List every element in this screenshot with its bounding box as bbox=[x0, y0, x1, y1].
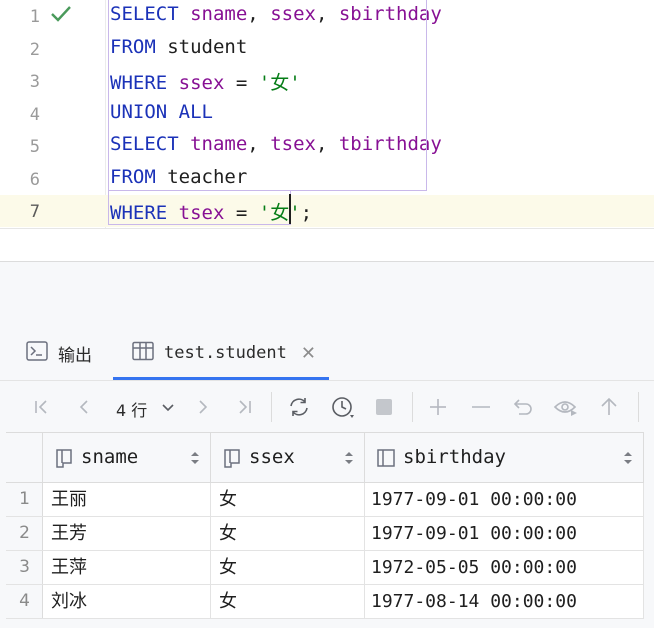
tab-output-label: 输出 bbox=[58, 345, 92, 366]
tab-test-student-label: test.student bbox=[164, 343, 287, 363]
chevron-down-icon[interactable] bbox=[155, 393, 181, 421]
table-row[interactable]: 3 王萍女 1972-05-05 00:00:00 bbox=[6, 551, 644, 585]
next-page-icon[interactable] bbox=[190, 393, 216, 421]
table-icon bbox=[132, 341, 154, 365]
first-page-icon[interactable] bbox=[29, 393, 55, 421]
cell-sname[interactable]: 王萍 bbox=[43, 551, 211, 585]
line-number[interactable]: 2 bbox=[0, 40, 40, 60]
line-number[interactable]: 5 bbox=[0, 137, 40, 157]
column-header-label: ssex bbox=[249, 446, 295, 468]
statement-highlight bbox=[108, 0, 427, 191]
editor-bottom-area bbox=[0, 228, 654, 262]
line-number[interactable]: 3 bbox=[0, 72, 40, 92]
column-icon bbox=[53, 447, 75, 473]
toolbar-separator bbox=[271, 392, 272, 422]
table-row[interactable]: 2 王芳女 1977-09-01 00:00:00 bbox=[6, 517, 644, 551]
tabbar-divider bbox=[0, 380, 654, 381]
sort-icon[interactable] bbox=[623, 450, 633, 470]
sql-editor[interactable]: 1 SELECT sname, ssex, sbirthday 2 FROM stud… bbox=[0, 0, 654, 228]
toolbar-separator bbox=[412, 392, 413, 422]
cell-ssex[interactable]: 女 bbox=[211, 517, 365, 551]
preview-changes-icon[interactable] bbox=[553, 393, 579, 421]
row-number[interactable]: 4 bbox=[6, 591, 43, 611]
cell-sname[interactable]: 王丽 bbox=[43, 483, 211, 517]
sql-text: ; bbox=[300, 202, 313, 224]
column-header-label: sbirthday bbox=[403, 446, 506, 468]
line-number[interactable]: 4 bbox=[0, 105, 40, 125]
sort-icon[interactable] bbox=[190, 450, 200, 470]
row-number[interactable]: 1 bbox=[6, 489, 43, 509]
line-number[interactable]: 6 bbox=[0, 170, 40, 190]
code-line[interactable]: 7 WHERE tsex = '女'; bbox=[0, 195, 654, 227]
console-icon bbox=[26, 341, 48, 365]
previous-page-icon[interactable] bbox=[71, 393, 97, 421]
statement-highlight-tail bbox=[108, 191, 291, 225]
cell-sname[interactable]: 王芳 bbox=[43, 517, 211, 551]
cell-sname[interactable]: 刘冰 bbox=[43, 585, 211, 619]
add-row-icon[interactable] bbox=[425, 393, 451, 421]
table-row[interactable]: 1 王丽女 1977-09-01 00:00:00 bbox=[6, 483, 644, 517]
tab-output[interactable]: 输出 bbox=[26, 328, 92, 378]
cell-ssex[interactable]: 女 bbox=[211, 551, 365, 585]
stop-icon[interactable] bbox=[371, 393, 397, 421]
cell-ssex[interactable]: 女 bbox=[211, 585, 365, 619]
column-header-ssex[interactable]: ssex bbox=[211, 433, 365, 483]
results-grid[interactable]: sname ssex sbirthday 1 王丽女 1977-09-01 00:0… bbox=[6, 432, 644, 619]
cell-sbirthday[interactable]: 1972-05-05 00:00:00 bbox=[365, 551, 644, 585]
column-icon bbox=[375, 447, 397, 473]
cell-sbirthday[interactable]: 1977-09-01 00:00:00 bbox=[365, 517, 644, 551]
line-number[interactable]: 1 bbox=[0, 7, 40, 27]
clock-icon[interactable] bbox=[330, 393, 356, 421]
table-row[interactable]: 4 刘冰女 1977-08-14 00:00:00 bbox=[6, 585, 644, 619]
submit-icon[interactable] bbox=[596, 393, 622, 421]
last-page-icon[interactable] bbox=[231, 393, 257, 421]
row-number[interactable]: 3 bbox=[6, 557, 43, 577]
revert-icon[interactable] bbox=[511, 393, 537, 421]
row-number[interactable]: 2 bbox=[6, 523, 43, 543]
cell-sbirthday[interactable]: 1977-09-01 00:00:00 bbox=[365, 483, 644, 517]
column-header-label: sname bbox=[81, 446, 139, 468]
column-icon bbox=[221, 447, 243, 473]
grid-corner[interactable] bbox=[6, 433, 43, 483]
toolbar-separator bbox=[638, 392, 639, 422]
sort-icon[interactable] bbox=[344, 450, 354, 470]
checkmark-icon bbox=[50, 4, 71, 24]
tab-test-student[interactable]: test.student ✕ bbox=[132, 328, 316, 378]
line-number[interactable]: 7 bbox=[0, 202, 40, 222]
cell-ssex[interactable]: 女 bbox=[211, 483, 365, 517]
delete-row-icon[interactable] bbox=[468, 393, 494, 421]
row-count-label[interactable]: 4 行 bbox=[116, 397, 147, 421]
close-icon[interactable]: ✕ bbox=[301, 343, 316, 364]
refresh-icon[interactable] bbox=[286, 393, 312, 421]
column-header-sname[interactable]: sname bbox=[43, 433, 211, 483]
cell-sbirthday[interactable]: 1977-08-14 00:00:00 bbox=[365, 585, 644, 619]
text-caret bbox=[289, 194, 291, 224]
column-header-sbirthday[interactable]: sbirthday bbox=[365, 433, 644, 483]
